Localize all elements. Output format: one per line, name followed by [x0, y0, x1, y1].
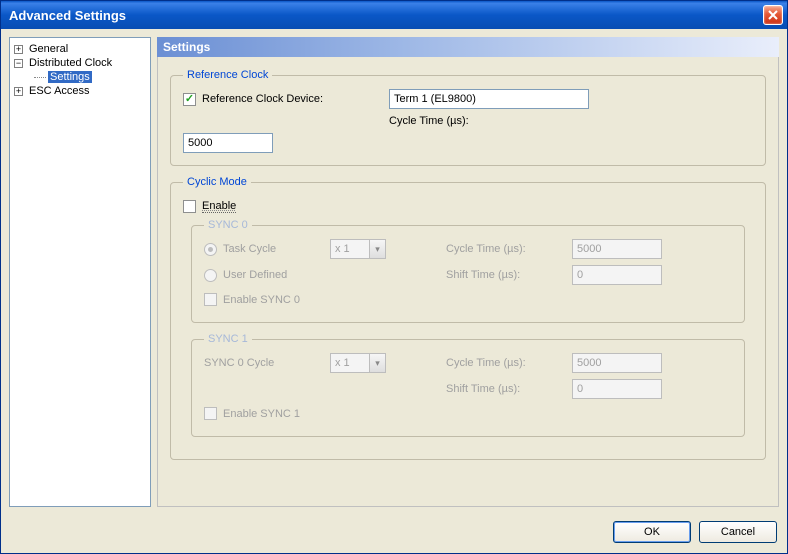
- cancel-button[interactable]: Cancel: [699, 521, 777, 543]
- sync0-task-cycle-radio: [204, 243, 217, 256]
- collapse-icon[interactable]: −: [14, 59, 23, 68]
- sync1-multiplier-combo: x 1 ▾: [330, 353, 386, 373]
- cyclic-enable-checkbox[interactable]: [183, 200, 196, 213]
- sync0-multiplier-value: x 1: [331, 243, 369, 255]
- tree-item-general[interactable]: + General: [12, 42, 148, 56]
- sync1-cycle-time-label: Cycle Time (µs):: [446, 357, 556, 369]
- enable-sync1-label: Enable SYNC 1: [223, 408, 300, 420]
- sync0-task-cycle-label: Task Cycle: [223, 243, 276, 255]
- sync0-user-defined-radio: [204, 269, 217, 282]
- sync1-multiplier-value: x 1: [331, 357, 369, 369]
- panel-header: Settings: [157, 37, 779, 57]
- reference-clock-group: Reference Clock ✓ Reference Clock Device…: [170, 69, 766, 166]
- close-icon: [768, 10, 778, 20]
- sync0-user-defined-label: User Defined: [223, 269, 287, 281]
- chevron-down-icon: ▾: [369, 354, 385, 372]
- chevron-down-icon: ▾: [369, 240, 385, 258]
- cyclic-mode-legend: Cyclic Mode: [183, 176, 251, 188]
- tree-label: Settings: [48, 71, 92, 83]
- cyclic-mode-group: Cyclic Mode Enable SYNC 0 Task Cycle: [170, 176, 766, 460]
- tree-label: Distributed Clock: [27, 57, 114, 69]
- tree-item-distributed-clock[interactable]: − Distributed Clock: [12, 56, 148, 70]
- ok-button[interactable]: OK: [613, 521, 691, 543]
- tree-label: General: [27, 43, 70, 55]
- sync0-cycle-time-input: [572, 239, 662, 259]
- expand-icon[interactable]: +: [14, 87, 23, 96]
- sync1-sync0-cycle-label: SYNC 0 Cycle: [204, 357, 274, 369]
- expand-icon[interactable]: +: [14, 45, 23, 54]
- sync1-shift-time-label: Shift Time (µs):: [446, 383, 556, 395]
- sync1-shift-time-input: [572, 379, 662, 399]
- tree-label: ESC Access: [27, 85, 92, 97]
- sync0-shift-time-label: Shift Time (µs):: [446, 269, 556, 281]
- reference-clock-legend: Reference Clock: [183, 69, 272, 81]
- sync0-cycle-time-label: Cycle Time (µs):: [446, 243, 556, 255]
- cyclic-enable-label: Enable: [202, 200, 236, 213]
- ref-cycle-time-input[interactable]: [183, 133, 273, 153]
- sync0-shift-time-input: [572, 265, 662, 285]
- tree-item-settings[interactable]: Settings: [12, 70, 148, 84]
- content-area: + General − Distributed Clock Settings +…: [1, 29, 787, 515]
- sync1-legend: SYNC 1: [204, 333, 252, 345]
- panel-body: Reference Clock ✓ Reference Clock Device…: [157, 57, 779, 507]
- tree-panel[interactable]: + General − Distributed Clock Settings +…: [9, 37, 151, 507]
- titlebar: Advanced Settings: [1, 1, 787, 29]
- enable-sync0-checkbox: [204, 293, 217, 306]
- tree-item-esc-access[interactable]: + ESC Access: [12, 84, 148, 98]
- sync1-cycle-time-input: [572, 353, 662, 373]
- reference-clock-device-input[interactable]: [389, 89, 589, 109]
- sync0-legend: SYNC 0: [204, 219, 252, 231]
- dialog-button-row: OK Cancel: [1, 515, 787, 543]
- ref-cycle-time-label: Cycle Time (µs):: [389, 115, 469, 127]
- close-button[interactable]: [763, 5, 783, 25]
- panel-title: Settings: [163, 40, 210, 54]
- sync1-group: SYNC 1 SYNC 0 Cycle x 1 ▾ C: [191, 333, 745, 437]
- enable-sync0-label: Enable SYNC 0: [223, 294, 300, 306]
- reference-clock-device-checkbox[interactable]: ✓: [183, 93, 196, 106]
- tree-connector-icon: [34, 77, 46, 78]
- sync0-group: SYNC 0 Task Cycle x 1 ▾: [191, 219, 745, 323]
- sync0-multiplier-combo: x 1 ▾: [330, 239, 386, 259]
- reference-clock-device-label: Reference Clock Device:: [202, 93, 323, 105]
- window-title: Advanced Settings: [9, 8, 126, 23]
- enable-sync1-checkbox: [204, 407, 217, 420]
- settings-panel: Settings Reference Clock ✓ Reference Clo…: [157, 37, 779, 507]
